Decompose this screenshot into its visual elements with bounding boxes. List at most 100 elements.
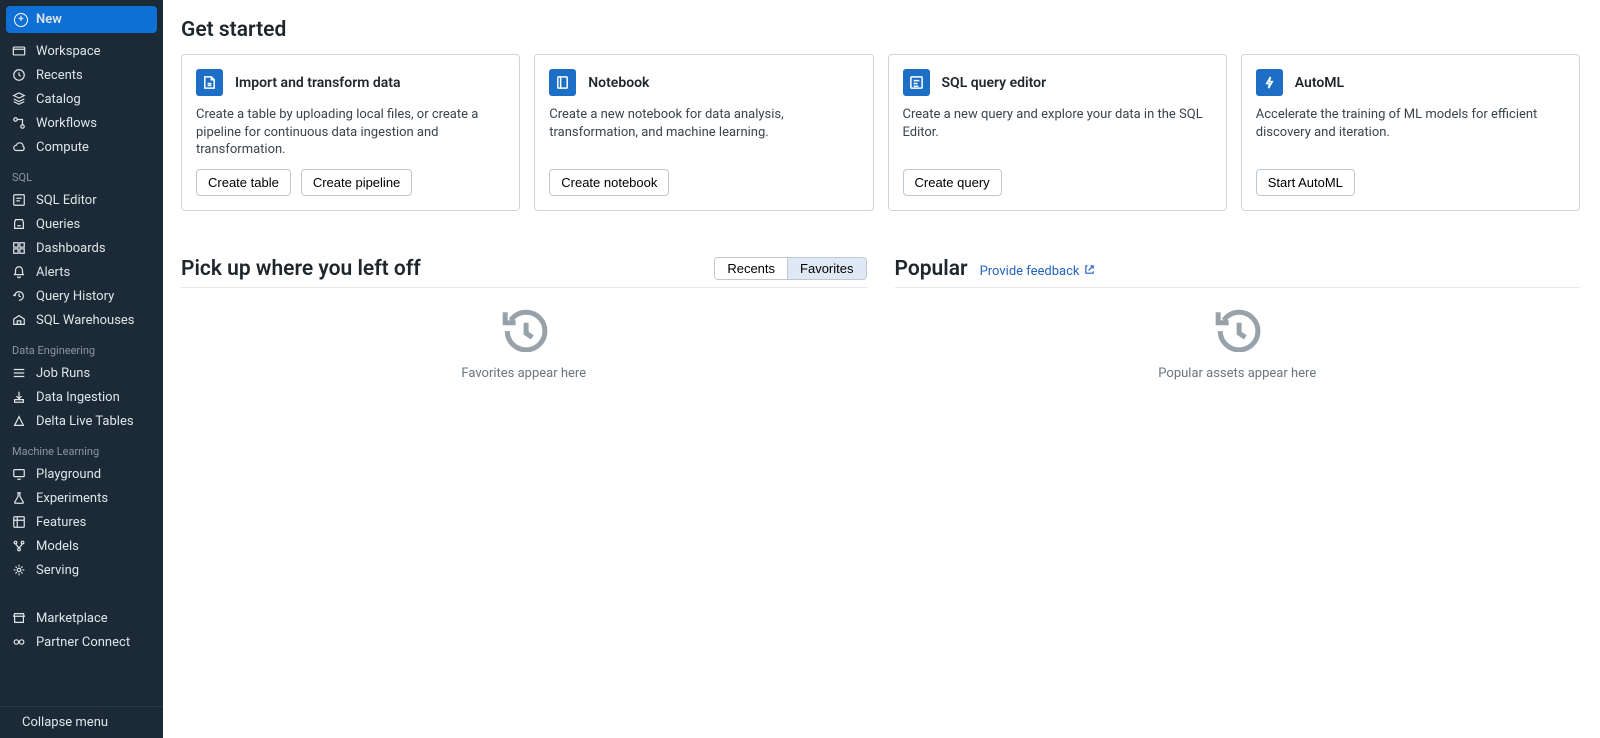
pickup-empty-state: Favorites appear here xyxy=(181,288,867,381)
sidebar-item-compute[interactable]: Compute xyxy=(0,135,163,159)
tab-favorites[interactable]: Favorites xyxy=(787,258,865,279)
new-button-label: New xyxy=(36,12,62,27)
sidebar-item-label: Serving xyxy=(36,563,79,578)
flask-icon xyxy=(12,491,26,505)
catalog-icon xyxy=(12,92,26,106)
queries-icon xyxy=(12,217,26,231)
sidebar-item-delta-live-tables[interactable]: Delta Live Tables xyxy=(0,409,163,433)
sidebar-section-machine-learning: Machine Learning xyxy=(0,433,163,462)
card-desc: Create a table by uploading local files,… xyxy=(196,106,505,159)
sidebar-item-queries[interactable]: Queries xyxy=(0,212,163,236)
sidebar-item-label: Workspace xyxy=(36,44,101,59)
sidebar-item-playground[interactable]: Playground xyxy=(0,462,163,486)
get-started-cards: Import and transform data Create a table… xyxy=(181,54,1580,211)
partner-icon xyxy=(12,635,26,649)
sidebar-item-recents[interactable]: Recents xyxy=(0,63,163,87)
sidebar-item-label: Playground xyxy=(36,467,101,482)
history-icon xyxy=(12,289,26,303)
sidebar-item-label: Dashboards xyxy=(36,241,106,256)
card-desc: Create a new notebook for data analysis,… xyxy=(549,106,858,141)
card-desc: Create a new query and explore your data… xyxy=(903,106,1212,141)
sidebar-item-job-runs[interactable]: Job Runs xyxy=(0,361,163,385)
notebook-icon xyxy=(549,69,576,96)
sidebar-item-label: Experiments xyxy=(36,491,108,506)
create-table-button[interactable]: Create table xyxy=(196,169,291,196)
delta-icon xyxy=(12,414,26,428)
sidebar-item-alerts[interactable]: Alerts xyxy=(0,260,163,284)
sidebar-item-label: Models xyxy=(36,539,79,554)
card-sql-editor: SQL query editor Create a new query and … xyxy=(888,54,1227,211)
card-title: Import and transform data xyxy=(235,75,401,91)
start-automl-button[interactable]: Start AutoML xyxy=(1256,169,1355,196)
sidebar-item-label: Data Ingestion xyxy=(36,390,120,405)
collapse-label: Collapse menu xyxy=(22,715,108,730)
popular-empty-text: Popular assets appear here xyxy=(1158,366,1316,381)
card-title: SQL query editor xyxy=(942,75,1047,91)
pickup-heading: Pick up where you left off xyxy=(181,257,421,281)
sidebar-item-label: Recents xyxy=(36,68,83,83)
card-title: Notebook xyxy=(588,75,649,91)
sidebar-section-sql: SQL xyxy=(0,159,163,188)
sidebar-item-data-ingestion[interactable]: Data Ingestion xyxy=(0,385,163,409)
create-query-button[interactable]: Create query xyxy=(903,169,1002,196)
marketplace-icon xyxy=(12,611,26,625)
features-icon xyxy=(12,515,26,529)
popular-section: Popular Provide feedback Popular assets … xyxy=(895,257,1581,381)
editor-icon xyxy=(12,193,26,207)
ingestion-icon xyxy=(12,390,26,404)
warehouse-icon xyxy=(12,313,26,327)
sidebar-item-marketplace[interactable]: Marketplace xyxy=(0,606,163,630)
sidebar-item-experiments[interactable]: Experiments xyxy=(0,486,163,510)
sidebar-item-models[interactable]: Models xyxy=(0,534,163,558)
tab-recents[interactable]: Recents xyxy=(715,258,787,279)
sidebar-item-label: Delta Live Tables xyxy=(36,414,134,429)
sidebar-item-label: Features xyxy=(36,515,86,530)
models-icon xyxy=(12,539,26,553)
bell-icon xyxy=(12,265,26,279)
sql-icon xyxy=(903,69,930,96)
pickup-tabs: Recents Favorites xyxy=(714,257,866,280)
sidebar-item-sql-warehouses[interactable]: SQL Warehouses xyxy=(0,308,163,332)
sidebar-item-partner-connect[interactable]: Partner Connect xyxy=(0,630,163,654)
sidebar-item-label: Partner Connect xyxy=(36,635,130,650)
new-button[interactable]: + New xyxy=(6,6,157,33)
collapse-menu-button[interactable]: Collapse menu xyxy=(0,706,163,738)
serving-icon xyxy=(12,563,26,577)
provide-feedback-link[interactable]: Provide feedback xyxy=(980,264,1095,279)
history-empty-icon xyxy=(498,306,550,356)
card-desc: Accelerate the training of ML models for… xyxy=(1256,106,1565,141)
card-automl: AutoML Accelerate the training of ML mod… xyxy=(1241,54,1580,211)
automl-icon xyxy=(1256,69,1283,96)
popular-empty-state: Popular assets appear here xyxy=(895,288,1581,381)
sidebar-item-workflows[interactable]: Workflows xyxy=(0,111,163,135)
pickup-empty-text: Favorites appear here xyxy=(461,366,586,381)
sidebar-item-catalog[interactable]: Catalog xyxy=(0,87,163,111)
sidebar-item-label: Alerts xyxy=(36,265,70,280)
external-link-icon xyxy=(1084,264,1095,279)
feedback-label: Provide feedback xyxy=(980,264,1080,279)
sidebar-item-dashboards[interactable]: Dashboards xyxy=(0,236,163,260)
cloud-icon xyxy=(12,140,26,154)
create-pipeline-button[interactable]: Create pipeline xyxy=(301,169,412,196)
sidebar: + New Workspace Recents Catalog Workflow… xyxy=(0,0,163,738)
sidebar-item-features[interactable]: Features xyxy=(0,510,163,534)
workflow-icon xyxy=(12,116,26,130)
sidebar-item-label: SQL Editor xyxy=(36,193,97,208)
playground-icon xyxy=(12,467,26,481)
popular-heading: Popular xyxy=(895,257,968,281)
main-content: Get started Import and transform data Cr… xyxy=(163,0,1600,738)
runs-icon xyxy=(12,366,26,380)
sidebar-item-serving[interactable]: Serving xyxy=(0,558,163,582)
sidebar-item-label: Marketplace xyxy=(36,611,108,626)
create-notebook-button[interactable]: Create notebook xyxy=(549,169,669,196)
folder-icon xyxy=(12,44,26,58)
plus-circle-icon: + xyxy=(14,13,28,27)
sidebar-item-sql-editor[interactable]: SQL Editor xyxy=(0,188,163,212)
import-icon xyxy=(196,69,223,96)
sidebar-item-label: Queries xyxy=(36,217,80,232)
sidebar-item-workspace[interactable]: Workspace xyxy=(0,39,163,63)
sidebar-item-query-history[interactable]: Query History xyxy=(0,284,163,308)
history-empty-icon xyxy=(1211,306,1263,356)
pickup-section: Pick up where you left off Recents Favor… xyxy=(181,257,867,381)
clock-icon xyxy=(12,68,26,82)
